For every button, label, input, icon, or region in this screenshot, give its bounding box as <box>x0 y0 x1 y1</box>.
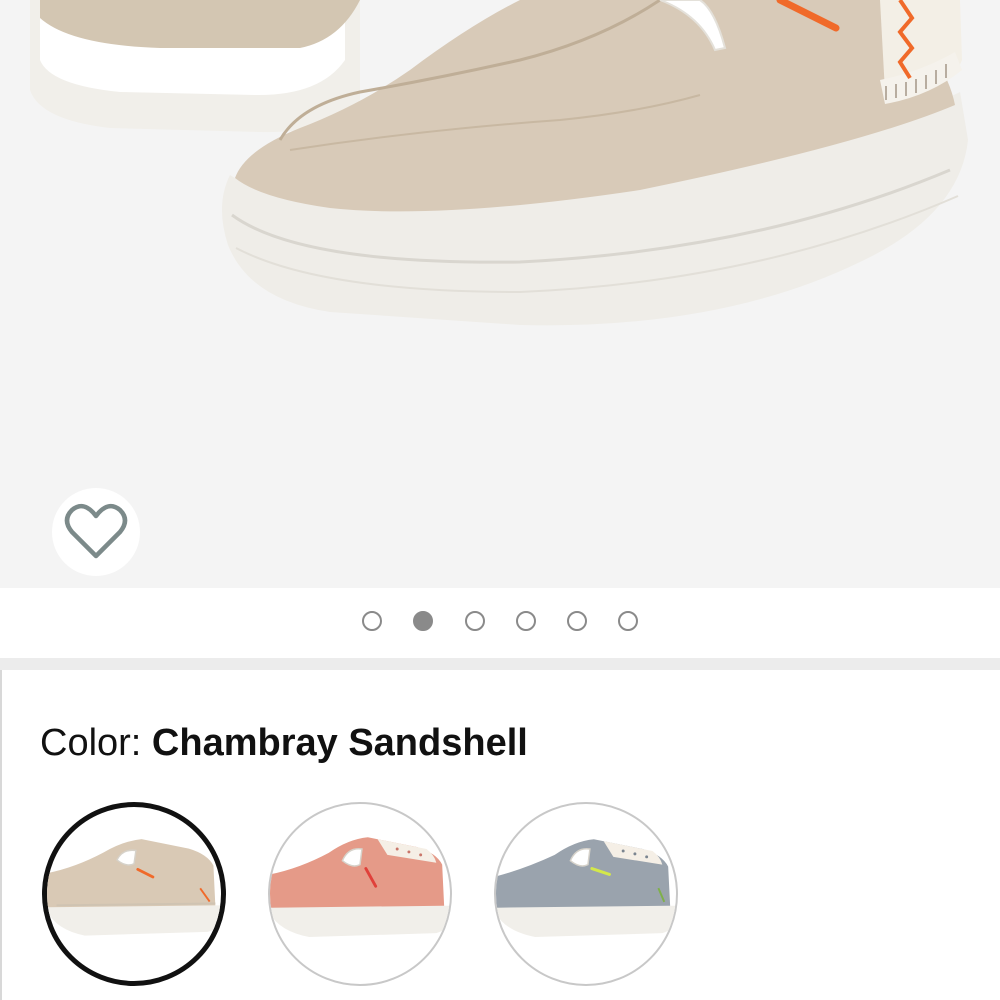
selected-color-name: Chambray Sandshell <box>151 722 528 764</box>
product-image-carousel[interactable] <box>0 0 1000 588</box>
carousel-dot-4[interactable] <box>516 611 536 631</box>
carousel-dot-6[interactable] <box>618 611 638 631</box>
color-swatch-coral[interactable] <box>268 802 452 986</box>
heart-outline-icon <box>64 503 128 559</box>
carousel-dot-3[interactable] <box>465 611 485 631</box>
product-image <box>30 0 968 326</box>
color-label-prefix: Color: <box>40 722 152 764</box>
wishlist-button[interactable] <box>52 488 140 576</box>
swatch-shoe-image <box>270 837 450 938</box>
color-swatch-grey[interactable] <box>494 802 678 986</box>
carousel-dot-5[interactable] <box>567 611 587 631</box>
carousel-indicator <box>0 588 1000 658</box>
swatch-shoe-image <box>47 839 221 936</box>
carousel-dot-2[interactable] <box>413 611 433 631</box>
color-swatch-chambray-sandshell[interactable] <box>42 802 226 986</box>
color-label: Color: Chambray Sandshell <box>40 722 528 765</box>
carousel-dot-1[interactable] <box>362 611 382 631</box>
swatch-shoe-image <box>496 839 676 938</box>
section-divider <box>0 658 1000 670</box>
